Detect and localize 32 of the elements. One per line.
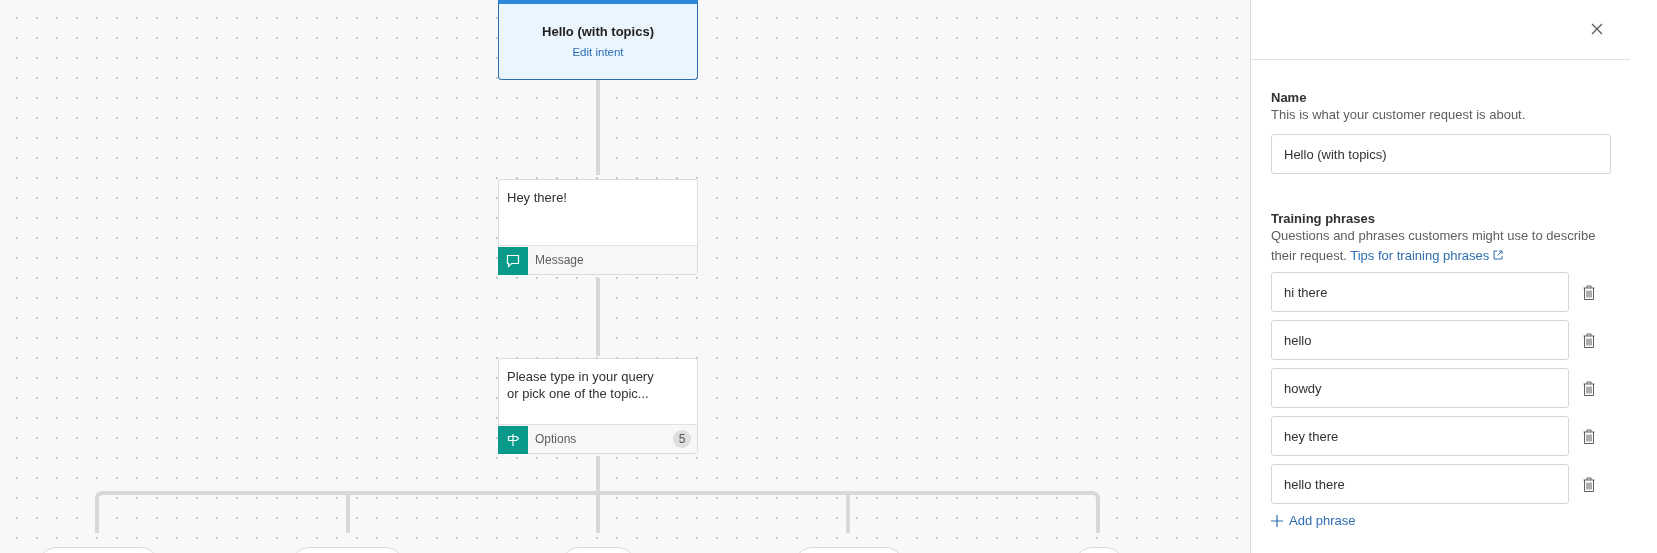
phrase-input[interactable]: hey there <box>1271 416 1569 456</box>
tips-link[interactable]: Tips for training phrases <box>1350 248 1503 263</box>
count-badge: 5 <box>673 430 691 448</box>
trigger-node[interactable]: Hello (with topics) Edit intent <box>498 0 698 80</box>
trash-icon[interactable] <box>1583 284 1595 300</box>
trash-icon[interactable] <box>1583 332 1595 348</box>
field-label: Training phrases <box>1271 211 1377 226</box>
close-icon[interactable] <box>1591 22 1603 35</box>
name-input[interactable]: Hello (with topics) <box>1271 134 1611 174</box>
node-type-label: Options <box>535 432 578 446</box>
node-text: Please type in your query or pick one of the topic... <box>507 369 654 401</box>
phrase-input[interactable]: hi there <box>1271 272 1569 312</box>
node-type-label: Message <box>535 253 585 267</box>
external-link-icon <box>1492 250 1503 260</box>
phrase-input[interactable]: hello <box>1271 320 1569 360</box>
phrase-input[interactable]: howdy <box>1271 368 1569 408</box>
message-node[interactable]: Hey there! Message <box>498 179 698 275</box>
field-description: Questions and phrases customers might use to describe their request. Tips for training phrases <box>1271 227 1597 265</box>
trash-icon[interactable] <box>1583 428 1595 444</box>
phrase-input[interactable]: hello there <box>1271 464 1569 504</box>
signpost-icon <box>506 432 520 447</box>
add-phrase-button[interactable]: Add phrase <box>1271 513 1356 528</box>
edit-intent-link[interactable]: Edit intent <box>572 46 624 58</box>
plus-icon <box>1271 514 1283 527</box>
node-title: Hello (with topics) <box>542 24 654 39</box>
field-label: Name <box>1271 90 1308 105</box>
options-node[interactable]: Please type in your query or pick one of the topic... Options 5 <box>498 358 698 454</box>
node-text: Hey there! <box>507 190 567 205</box>
speech-bubble-icon <box>506 253 520 268</box>
trash-icon[interactable] <box>1583 476 1595 492</box>
field-description: This is what your customer request is about. <box>1271 106 1527 124</box>
trash-icon[interactable] <box>1583 380 1595 396</box>
